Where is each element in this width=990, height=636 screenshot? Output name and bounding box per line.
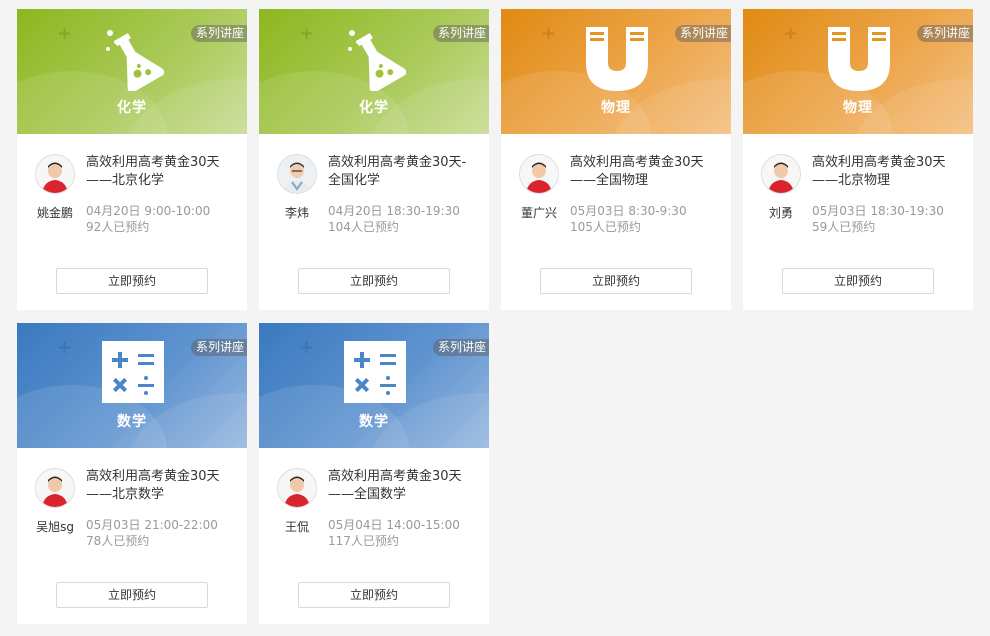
lecture-title[interactable]: 高效利用高考黄金30天 ——全国数学 bbox=[328, 468, 478, 504]
magnet-icon bbox=[828, 27, 890, 91]
flask-icon bbox=[106, 30, 164, 91]
book-now-button[interactable]: 立即预约 bbox=[540, 268, 692, 294]
card-banner[interactable]: + 系列讲座 数学 bbox=[17, 323, 247, 448]
teacher-name: 刘勇 bbox=[768, 206, 793, 220]
teacher-avatar bbox=[519, 154, 559, 194]
plus-decoration-icon: + bbox=[299, 23, 315, 44]
lecture-title-line1: 高效利用高考黄金30天 bbox=[86, 155, 220, 170]
booked-count: 92人已预约 bbox=[86, 220, 150, 234]
subject-name: 物理 bbox=[843, 100, 873, 116]
lecture-card[interactable]: + 系列讲座 化学 bbox=[17, 9, 247, 310]
card-banner[interactable]: + 系列讲座 物理 bbox=[501, 9, 731, 134]
teacher-avatar bbox=[35, 154, 75, 194]
lecture-time: 05月04日 14:00-15:00 bbox=[328, 518, 460, 532]
lecture-title[interactable]: 高效利用高考黄金30天 ——北京化学 bbox=[86, 154, 236, 190]
card-banner[interactable]: + 系列讲座 物理 bbox=[743, 9, 973, 134]
lecture-time: 04月20日 9:00-10:00 bbox=[86, 204, 211, 218]
teacher-avatar bbox=[277, 468, 317, 508]
lecture-card[interactable]: + 系列讲座 物理 刘勇 高效利用高考黄金30天 ——北京物理 05月03日 1… bbox=[743, 9, 973, 310]
subject-name: 化学 bbox=[117, 100, 147, 116]
booked-count: 104人已预约 bbox=[328, 220, 399, 234]
magnet-icon bbox=[586, 27, 648, 91]
series-lecture-badge: 系列讲座 bbox=[432, 25, 489, 42]
lecture-title-line2: ——北京物理 bbox=[812, 173, 891, 188]
plus-decoration-icon: + bbox=[541, 23, 557, 44]
math-operators-icon bbox=[344, 341, 406, 403]
plus-decoration-icon: + bbox=[57, 23, 73, 44]
book-now-button[interactable]: 立即预约 bbox=[782, 268, 934, 294]
series-lecture-badge: 系列讲座 bbox=[190, 25, 247, 42]
plus-decoration-icon: + bbox=[57, 337, 73, 358]
book-now-button[interactable]: 立即预约 bbox=[298, 582, 450, 608]
book-now-button[interactable]: 立即预约 bbox=[56, 268, 208, 294]
flask-icon bbox=[348, 30, 406, 91]
math-operators-icon bbox=[102, 341, 164, 403]
teacher-name: 王侃 bbox=[284, 520, 309, 534]
teacher-avatar bbox=[277, 154, 317, 194]
lecture-title[interactable]: 高效利用高考黄金30天- 全国化学 bbox=[328, 154, 478, 190]
series-lecture-badge: 系列讲座 bbox=[916, 25, 973, 42]
lecture-card-grid: + 系列讲座 化学 姚金鹏 高效利用高考黄金30天 ——北京化学 04月20日 … bbox=[0, 0, 990, 636]
subject-name: 物理 bbox=[601, 100, 631, 116]
lecture-title-line1: 高效利用高考黄金30天- bbox=[328, 155, 467, 170]
lecture-title-line2: ——北京化学 bbox=[86, 173, 165, 188]
booked-count: 59人已预约 bbox=[812, 220, 876, 234]
lecture-title[interactable]: 高效利用高考黄金30天 ——北京物理 bbox=[812, 154, 962, 190]
lecture-card[interactable]: + 系列讲座 化学 bbox=[259, 9, 489, 310]
lecture-title-line1: 高效利用高考黄金30天 bbox=[812, 155, 946, 170]
booked-count: 78人已预约 bbox=[86, 534, 150, 548]
teacher-avatar bbox=[35, 468, 75, 508]
lecture-title-line1: 高效利用高考黄金30天 bbox=[570, 155, 704, 170]
subject-name: 化学 bbox=[359, 100, 389, 116]
book-now-button[interactable]: 立即预约 bbox=[56, 582, 208, 608]
lecture-title[interactable]: 高效利用高考黄金30天 ——北京数学 bbox=[86, 468, 236, 504]
card-banner[interactable]: + 系列讲座 化学 bbox=[259, 9, 489, 134]
lecture-title-line2: ——全国物理 bbox=[570, 173, 649, 188]
lecture-time: 05月03日 18:30-19:30 bbox=[812, 204, 944, 218]
lecture-title-line1: 高效利用高考黄金30天 bbox=[328, 469, 462, 484]
series-lecture-badge: 系列讲座 bbox=[674, 25, 731, 42]
series-lecture-badge: 系列讲座 bbox=[190, 339, 247, 356]
lecture-title[interactable]: 高效利用高考黄金30天 ——全国物理 bbox=[570, 154, 720, 190]
lecture-time: 05月03日 21:00-22:00 bbox=[86, 518, 218, 532]
book-now-button[interactable]: 立即预约 bbox=[298, 268, 450, 294]
series-lecture-badge: 系列讲座 bbox=[432, 339, 489, 356]
plus-decoration-icon: + bbox=[783, 23, 799, 44]
lecture-title-line2: 全国化学 bbox=[328, 173, 381, 188]
card-banner[interactable]: + 系列讲座 数学 bbox=[259, 323, 489, 448]
lecture-card[interactable]: + 系列讲座 物理 董广兴 高效利用高考黄金30天 ——全国物理 05月03日 … bbox=[501, 9, 731, 310]
subject-name: 数学 bbox=[359, 414, 389, 430]
teacher-name: 李炜 bbox=[284, 206, 309, 220]
lecture-title-line1: 高效利用高考黄金30天 bbox=[86, 469, 220, 484]
lecture-card[interactable]: + 系列讲座 数学 bbox=[259, 323, 489, 624]
card-banner[interactable]: + 系列讲座 化学 bbox=[17, 9, 247, 134]
teacher-name: 吴旭sg bbox=[36, 520, 74, 534]
lecture-time: 05月03日 8:30-9:30 bbox=[570, 204, 687, 218]
lecture-title-line2: ——北京数学 bbox=[86, 487, 165, 502]
teacher-avatar bbox=[761, 154, 801, 194]
lecture-card[interactable]: + 系列讲座 数学 bbox=[17, 323, 247, 624]
plus-decoration-icon: + bbox=[299, 337, 315, 358]
lecture-title-line2: ——全国数学 bbox=[328, 487, 407, 502]
booked-count: 105人已预约 bbox=[570, 220, 641, 234]
teacher-name: 姚金鹏 bbox=[36, 206, 73, 220]
subject-name: 数学 bbox=[117, 414, 147, 430]
booked-count: 117人已预约 bbox=[328, 534, 399, 548]
teacher-name: 董广兴 bbox=[520, 206, 557, 220]
lecture-time: 04月20日 18:30-19:30 bbox=[328, 204, 460, 218]
